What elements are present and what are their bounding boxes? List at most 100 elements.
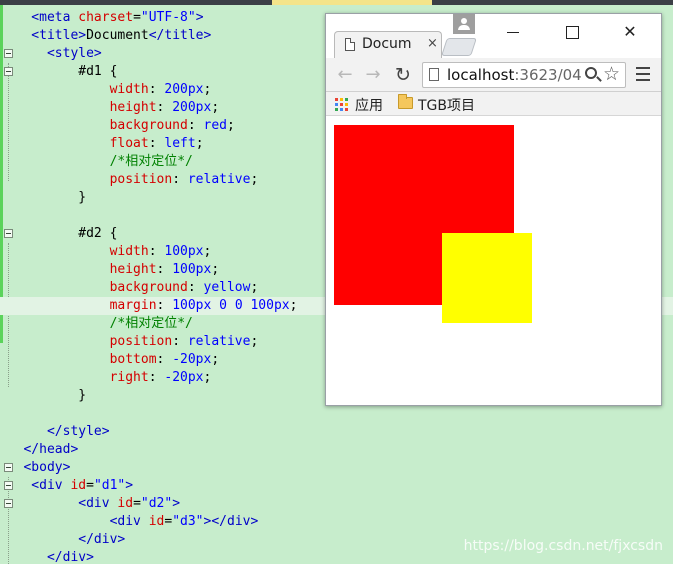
code-token: position <box>0 172 173 187</box>
code-token: id <box>148 514 165 529</box>
code-token: red <box>203 118 227 133</box>
fold-toggle-icon[interactable] <box>4 67 13 76</box>
code-token: "d3" <box>172 514 204 529</box>
code-line[interactable]: </head> <box>0 441 673 459</box>
code-token: background <box>0 118 188 133</box>
url-host: localhost <box>447 66 515 84</box>
forward-arrow-icon[interactable]: → <box>362 64 384 86</box>
code-token: relative <box>187 172 251 187</box>
code-token: height <box>0 100 157 115</box>
code-token: : <box>187 280 204 295</box>
page-viewport <box>326 117 661 405</box>
apps-icon-dot <box>335 103 338 106</box>
code-token: 200px <box>172 100 212 115</box>
code-token: : <box>156 352 173 367</box>
code-token: } <box>0 388 87 403</box>
code-line[interactable]: </style> <box>0 423 673 441</box>
code-token: /*相对定位*/ <box>0 154 193 169</box>
code-token: right <box>0 370 149 385</box>
bookmark-apps[interactable]: 应用 <box>355 95 383 115</box>
code-token: float <box>0 136 149 151</box>
apps-icon-dot <box>345 98 348 101</box>
code-token: relative <box>187 334 251 349</box>
code-token: ; <box>250 334 259 349</box>
code-token: bottom <box>0 352 157 367</box>
code-token: <div <box>0 514 149 529</box>
code-token: } <box>0 190 87 205</box>
reload-icon[interactable]: ↻ <box>392 64 414 86</box>
code-line[interactable]: <div id="d2"> <box>0 495 673 513</box>
code-token: yellow <box>203 280 251 295</box>
apps-icon[interactable] <box>335 98 348 111</box>
code-line[interactable]: <div id="d1"> <box>0 477 673 495</box>
code-token: 100px <box>172 262 212 277</box>
code-token: <title> <box>0 28 87 43</box>
profile-icon[interactable] <box>453 14 475 34</box>
fold-toggle-icon[interactable] <box>4 463 13 472</box>
apps-icon-dot <box>335 108 338 111</box>
code-token: : <box>156 298 173 313</box>
folder-icon[interactable] <box>398 94 413 109</box>
code-token: : <box>156 100 173 115</box>
new-tab-button[interactable] <box>441 38 477 56</box>
bookmark-tgb-folder[interactable]: TGB项目 <box>418 95 475 115</box>
fold-toggle-icon[interactable] <box>4 49 13 58</box>
apps-icon-dot <box>340 108 343 111</box>
code-token: </title> <box>148 28 212 43</box>
code-token: margin <box>0 298 157 313</box>
code-token: ; <box>203 82 212 97</box>
code-token: : <box>172 172 188 187</box>
code-token: #d2 { <box>0 226 118 241</box>
tab-document[interactable]: Document × <box>334 31 442 58</box>
code-token: ; <box>211 262 220 277</box>
code-token: </style> <box>0 424 110 439</box>
page-icon <box>429 68 439 81</box>
fold-toggle-icon[interactable] <box>4 481 13 490</box>
code-line[interactable]: <body> <box>0 459 673 477</box>
bookmark-star-icon[interactable]: ☆ <box>603 63 620 85</box>
back-arrow-icon[interactable]: ← <box>334 64 356 86</box>
code-token: : <box>148 370 165 385</box>
code-token: ; <box>250 280 259 295</box>
code-token: : <box>148 82 165 97</box>
zoom-icon[interactable] <box>585 67 597 79</box>
code-token: id <box>70 478 87 493</box>
code-token: <meta <box>0 10 79 25</box>
code-token: Document <box>86 28 149 43</box>
minimize-button[interactable] <box>498 22 528 42</box>
code-token: <style> <box>0 46 102 61</box>
code-token: : <box>172 334 188 349</box>
fold-toggle-icon[interactable] <box>4 499 13 508</box>
document-icon <box>345 38 355 51</box>
tab-close-icon[interactable]: × <box>427 36 438 51</box>
code-token: #d1 { <box>0 64 118 79</box>
maximize-button[interactable] <box>557 22 587 42</box>
code-token: : <box>187 118 204 133</box>
code-token: <div <box>0 496 118 511</box>
browser-window[interactable]: Document × ✕ ← → ↻ localhost:3623/04 ☆ 应… <box>325 13 662 406</box>
code-token: > <box>172 496 181 511</box>
code-line[interactable] <box>0 405 673 423</box>
url-text[interactable]: localhost:3623/04 <box>447 66 587 84</box>
address-bar[interactable]: localhost:3623/04 ☆ <box>422 62 626 88</box>
code-token: width <box>0 82 149 97</box>
apps-icon-dot <box>340 103 343 106</box>
browser-toolbar: ← → ↻ localhost:3623/04 ☆ <box>326 58 661 92</box>
code-token: charset <box>78 10 134 25</box>
menu-icon[interactable] <box>636 67 650 83</box>
close-window-button[interactable]: ✕ <box>615 22 645 42</box>
code-token: -20px <box>164 370 204 385</box>
code-line[interactable]: <div id="d3"></div> <box>0 513 673 531</box>
yellow-box-d2 <box>442 233 532 323</box>
code-token: "d2" <box>140 496 173 511</box>
title-bar[interactable]: Document × ✕ <box>326 14 661 58</box>
code-token: = <box>133 10 141 25</box>
code-token: ; <box>250 172 259 187</box>
apps-icon-dot <box>340 98 343 101</box>
code-token: left <box>164 136 196 151</box>
code-token: background <box>0 280 188 295</box>
code-token: ; <box>211 100 220 115</box>
url-path: :3623/04 <box>514 66 582 84</box>
fold-toggle-icon[interactable] <box>4 229 13 238</box>
code-token: = <box>86 478 94 493</box>
